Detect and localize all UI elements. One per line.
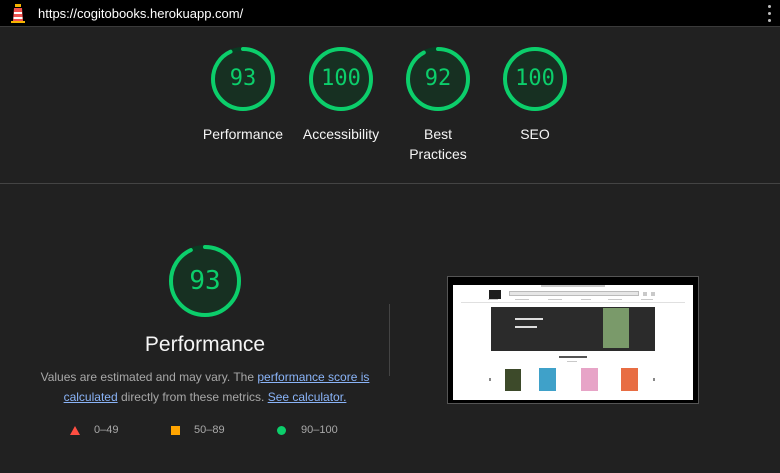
average-square-icon bbox=[171, 425, 180, 435]
address-bar: https://cogitobooks.herokuapp.com/ bbox=[0, 0, 780, 27]
thumbnail-page bbox=[453, 285, 693, 400]
final-screenshot-thumbnail[interactable] bbox=[447, 276, 699, 404]
thumb-hero-text bbox=[515, 326, 537, 328]
thumb-announcement bbox=[541, 285, 605, 287]
thumb-icon bbox=[643, 292, 647, 296]
pass-circle-icon bbox=[277, 425, 286, 435]
score-value: 93 bbox=[229, 66, 257, 91]
legend-average: 50–89 bbox=[171, 424, 225, 436]
kebab-menu-icon[interactable] bbox=[766, 5, 772, 22]
thumb-book bbox=[621, 368, 638, 391]
thumb-nav-line bbox=[461, 302, 685, 303]
score-gauge-best-practices[interactable]: 92 bbox=[405, 46, 471, 112]
lighthouse-icon bbox=[11, 4, 25, 23]
score-value: 100 bbox=[515, 66, 555, 91]
thumb-icon bbox=[651, 292, 655, 296]
thumb-prev bbox=[489, 378, 491, 381]
legend-pass-label: 90–100 bbox=[301, 424, 338, 436]
score-label: SEO bbox=[520, 126, 550, 142]
score-gauge-seo[interactable]: 100 bbox=[502, 46, 568, 112]
score-gauge-performance[interactable]: 93 bbox=[210, 46, 276, 112]
thumb-bestsellers bbox=[559, 356, 587, 358]
performance-score: 93 bbox=[189, 266, 221, 296]
thumb-link bbox=[567, 361, 577, 362]
thumb-nav bbox=[581, 299, 591, 300]
score-gauge-accessibility[interactable]: 100 bbox=[308, 46, 374, 112]
desc-text: Values are estimated and may vary. The bbox=[40, 370, 258, 384]
score-label: Best Practices bbox=[409, 126, 467, 162]
score-label: Performance bbox=[202, 126, 284, 142]
calculator-link[interactable]: See calculator. bbox=[268, 390, 347, 404]
thumb-logo bbox=[489, 290, 501, 299]
score-label: Accessibility bbox=[302, 126, 380, 142]
thumb-nav bbox=[488, 299, 498, 300]
score-value: 100 bbox=[321, 66, 361, 91]
thumb-next bbox=[653, 378, 655, 381]
thumb-nav bbox=[641, 299, 653, 300]
performance-description: Values are estimated and may vary. The p… bbox=[30, 367, 380, 407]
legend-fail: 0–49 bbox=[70, 424, 118, 436]
thumb-nav bbox=[548, 299, 562, 300]
thumb-hero bbox=[491, 307, 655, 351]
legend-fail-label: 0–49 bbox=[94, 424, 119, 436]
url-text[interactable]: https://cogitobooks.herokuapp.com/ bbox=[38, 6, 243, 21]
legend-pass: 90–100 bbox=[277, 424, 338, 436]
score-value: 92 bbox=[424, 66, 452, 91]
desc-text: directly from these metrics. bbox=[117, 390, 268, 404]
fail-triangle-icon bbox=[70, 425, 80, 435]
thumb-nav bbox=[608, 299, 622, 300]
vertical-divider bbox=[389, 304, 390, 376]
legend-average-label: 50–89 bbox=[194, 424, 225, 436]
performance-gauge: 93 bbox=[168, 244, 242, 318]
performance-title: Performance bbox=[144, 333, 266, 356]
thumb-hero-text bbox=[515, 318, 543, 320]
thumb-hero-image bbox=[603, 308, 629, 348]
thumb-search bbox=[509, 291, 639, 296]
thumb-book bbox=[505, 369, 521, 391]
thumb-nav bbox=[515, 299, 529, 300]
thumb-book bbox=[581, 368, 598, 391]
thumb-book bbox=[539, 368, 556, 391]
section-divider bbox=[0, 183, 780, 184]
